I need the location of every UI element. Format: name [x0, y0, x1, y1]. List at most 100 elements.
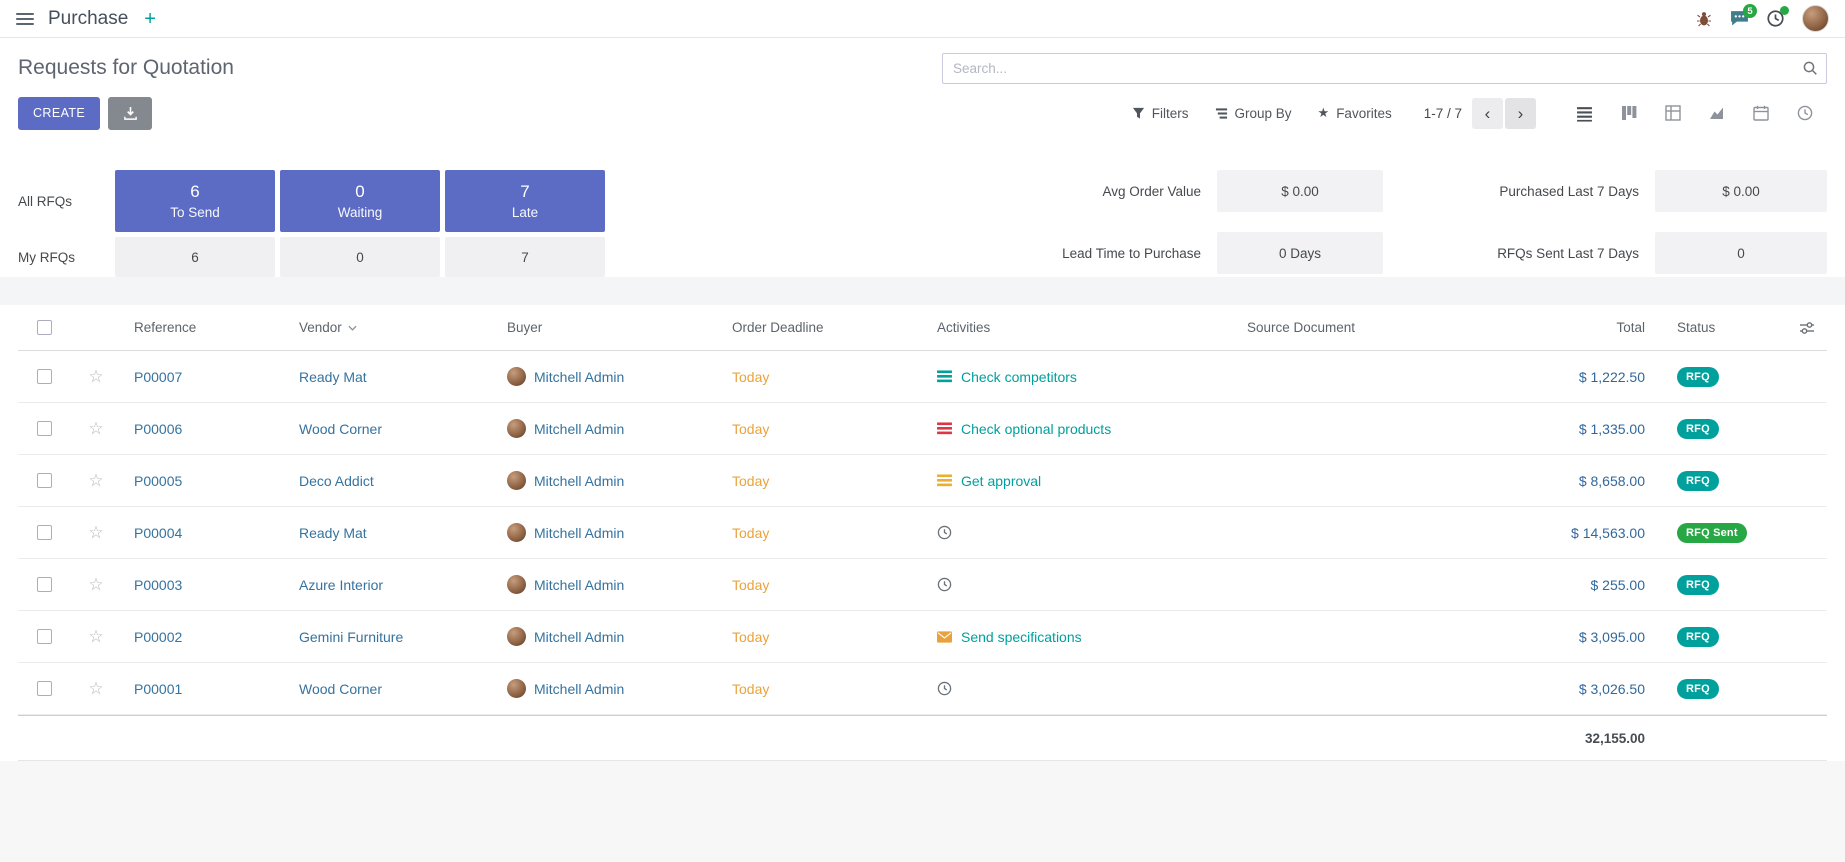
reference-cell: P00007 [122, 369, 287, 385]
buyer-avatar [507, 471, 526, 490]
favorite-star-icon[interactable]: ☆ [70, 419, 122, 439]
pivot-view-icon [1665, 105, 1681, 121]
tile-waiting[interactable]: 0 Waiting [280, 170, 440, 232]
header-status[interactable]: Status [1665, 320, 1787, 335]
activity-view-button[interactable] [1783, 99, 1827, 127]
pager-value[interactable]: 1-7 / 7 [1424, 106, 1462, 121]
graph-view-button[interactable] [1695, 99, 1739, 127]
status-cell: RFQ [1665, 627, 1787, 647]
navbar-left: Purchase + [16, 8, 158, 30]
optional-columns-button[interactable] [1787, 320, 1827, 336]
favorite-star-icon[interactable]: ☆ [70, 367, 122, 387]
header-source-document[interactable]: Source Document [1235, 320, 1515, 335]
status-cell: RFQ [1665, 575, 1787, 595]
apps-menu-icon[interactable] [16, 13, 34, 25]
row-checkbox[interactable] [37, 629, 52, 644]
buyer-cell: Mitchell Admin [495, 471, 720, 490]
activity-clock-icon [937, 681, 952, 696]
my-tile-to-send[interactable]: 6 [115, 237, 275, 277]
control-panel: Requests for Quotation CREATE Filters Gr… [0, 38, 1845, 146]
header-total[interactable]: Total [1515, 320, 1665, 335]
row-checkbox[interactable] [37, 681, 52, 696]
vendor-cell: Azure Interior [287, 577, 495, 593]
list-view-button[interactable] [1562, 99, 1607, 128]
stat-value-avg-order-value[interactable]: $ 0.00 [1217, 170, 1383, 212]
stat-value-lead-time-to-purchase[interactable]: 0 Days [1217, 232, 1383, 274]
buyer-cell: Mitchell Admin [495, 523, 720, 542]
favorite-star-icon[interactable]: ☆ [70, 471, 122, 491]
app-name-menu[interactable]: Purchase [48, 8, 128, 30]
header-order-deadline[interactable]: Order Deadline [720, 320, 925, 335]
tile-count: 0 [355, 182, 364, 202]
optional-columns-icon [1799, 320, 1815, 336]
table-row[interactable]: ☆ P00002 Gemini Furniture Mitchell Admin… [18, 611, 1827, 663]
row-checkbox[interactable] [37, 421, 52, 436]
order-deadline-cell: Today [720, 421, 925, 437]
export-button[interactable] [108, 97, 152, 130]
tile-to-send[interactable]: 6 To Send [115, 170, 275, 232]
user-avatar[interactable] [1802, 5, 1829, 32]
vendor-cell: Ready Mat [287, 369, 495, 385]
activity-cell[interactable]: Check optional products [925, 421, 1235, 437]
status-badge: RFQ Sent [1677, 523, 1747, 543]
buyer-cell: Mitchell Admin [495, 679, 720, 698]
vendor-cell: Deco Addict [287, 473, 495, 489]
buyer-cell: Mitchell Admin [495, 627, 720, 646]
my-tile-late[interactable]: 7 [445, 237, 605, 277]
list-view-icon [1576, 105, 1593, 122]
plus-icon[interactable]: + [142, 9, 158, 29]
status-cell: RFQ [1665, 367, 1787, 387]
my-tile-waiting[interactable]: 0 [280, 237, 440, 277]
calendar-view-button[interactable] [1739, 99, 1783, 127]
header-vendor[interactable]: Vendor [287, 320, 495, 335]
select-all-checkbox[interactable] [37, 320, 52, 335]
activities-clock-icon[interactable] [1767, 10, 1784, 27]
favorite-star-icon[interactable]: ☆ [70, 523, 122, 543]
pager-previous-button[interactable]: ‹ [1472, 98, 1503, 129]
row-checkbox[interactable] [37, 525, 52, 540]
status-cell: RFQ [1665, 679, 1787, 699]
filters-label: Filters [1152, 106, 1189, 121]
favorites-button[interactable]: ★ Favorites [1318, 105, 1392, 121]
download-icon [123, 106, 138, 121]
activity-cell[interactable] [925, 525, 1235, 540]
row-checkbox[interactable] [37, 473, 52, 488]
pivot-view-button[interactable] [1651, 99, 1695, 127]
table-row[interactable]: ☆ P00001 Wood Corner Mitchell Admin Toda… [18, 663, 1827, 715]
table-row[interactable]: ☆ P00005 Deco Addict Mitchell Admin Toda… [18, 455, 1827, 507]
table-row[interactable]: ☆ P00003 Azure Interior Mitchell Admin T… [18, 559, 1827, 611]
header-buyer[interactable]: Buyer [495, 320, 720, 335]
buyer-avatar [507, 367, 526, 386]
search-input[interactable] [942, 53, 1827, 84]
filters-button[interactable]: Filters [1132, 106, 1189, 121]
row-checkbox[interactable] [37, 577, 52, 592]
favorite-star-icon[interactable]: ☆ [70, 679, 122, 699]
header-activities[interactable]: Activities [925, 320, 1235, 335]
create-button[interactable]: CREATE [18, 97, 100, 130]
activity-cell[interactable]: Get approval [925, 473, 1235, 489]
pager-next-button[interactable]: › [1505, 98, 1536, 129]
stat-value-rfqs-sent-last-7-days[interactable]: 0 [1655, 232, 1827, 274]
tile-label: Waiting [338, 205, 383, 220]
favorite-star-icon[interactable]: ☆ [70, 627, 122, 647]
table-row[interactable]: ☆ P00006 Wood Corner Mitchell Admin Toda… [18, 403, 1827, 455]
activity-cell[interactable] [925, 577, 1235, 592]
tile-count: 7 [520, 182, 529, 202]
header-reference[interactable]: Reference [122, 320, 287, 335]
activity-cell[interactable]: Send specifications [925, 629, 1235, 645]
vendor-cell: Wood Corner [287, 421, 495, 437]
activity-cell[interactable] [925, 681, 1235, 696]
table-row[interactable]: ☆ P00004 Ready Mat Mitchell Admin Today … [18, 507, 1827, 559]
tile-count: 6 [190, 182, 199, 202]
favorite-star-icon[interactable]: ☆ [70, 575, 122, 595]
stat-value-purchased-last-7-days[interactable]: $ 0.00 [1655, 170, 1827, 212]
debug-bug-icon[interactable] [1696, 11, 1712, 27]
tile-late[interactable]: 7 Late [445, 170, 605, 232]
group-by-button[interactable]: Group By [1215, 106, 1292, 121]
row-checkbox[interactable] [37, 369, 52, 384]
kanban-view-button[interactable] [1607, 99, 1651, 127]
table-row[interactable]: ☆ P00007 Ready Mat Mitchell Admin Today … [18, 351, 1827, 403]
search-icon[interactable] [1802, 60, 1818, 79]
messages-icon[interactable]: 5 [1730, 10, 1749, 27]
activity-cell[interactable]: Check competitors [925, 369, 1235, 385]
